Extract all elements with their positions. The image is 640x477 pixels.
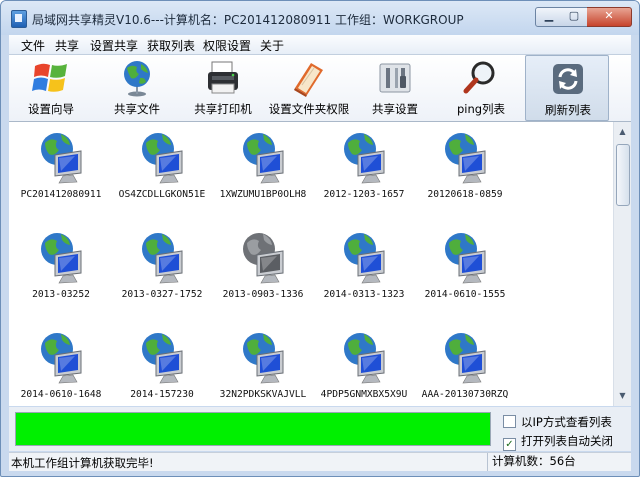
computer-item[interactable]: AAA-20130730RZQ <box>415 325 515 417</box>
progress-bar <box>15 412 491 446</box>
computer-item[interactable]: 1XWZUMU1BP0OLH8 <box>213 125 313 217</box>
computer-name: 4PDP5GNMXBX5X9U <box>320 389 408 400</box>
network-computer-icon <box>445 133 486 184</box>
maximize-button[interactable]: ▢ <box>561 7 588 27</box>
computer-name: OS4ZCDLLGKON51E <box>118 189 206 200</box>
computer-item[interactable]: 4PDP5GNMXBX5X9U <box>314 325 414 417</box>
toolbar-label: 刷新列表 <box>545 103 591 117</box>
network-computer-icon <box>142 133 183 184</box>
network-computer-icon <box>344 233 385 284</box>
network-computer-icon <box>445 333 486 384</box>
computer-name: 2014-0610-1648 <box>20 389 102 400</box>
folder-permissions-button[interactable]: 设置文件夹权限 <box>267 55 351 121</box>
app-icon <box>11 10 27 28</box>
menu-share[interactable]: 共享 <box>55 37 79 54</box>
toolbar-label: 共享打印机 <box>194 102 252 116</box>
computer-item[interactable]: PC201412080911 <box>11 125 111 217</box>
network-computer-icon <box>344 333 385 384</box>
computer-name: 2014-0610-1555 <box>424 289 506 300</box>
network-computer-icon <box>344 133 385 184</box>
computer-item[interactable]: OS4ZCDLLGKON51E <box>112 125 212 217</box>
computer-item[interactable]: 2014-0610-1555 <box>415 225 515 317</box>
window-title: 局域网共享精灵V10.6---计算机名：PC201412080911 工作组：W… <box>32 13 464 27</box>
folder-book-icon <box>294 63 323 97</box>
ip-view-option[interactable]: 以IP方式查看列表 <box>503 414 612 430</box>
computer-item[interactable]: 20120618-0859 <box>415 125 515 217</box>
scrollbar-thumb[interactable] <box>616 144 630 206</box>
globe-icon <box>124 61 150 97</box>
computer-name: PC201412080911 <box>20 189 102 200</box>
offline-computer-icon <box>243 233 284 284</box>
network-computer-icon <box>243 333 284 384</box>
toolbar: 设置向导 共享文件 共享打印机 设置文件夹权限 共享设置 ping列表 刷新列表 <box>9 55 631 122</box>
status-message: 本机工作组计算机获取完毕! <box>11 456 154 470</box>
network-computer-icon <box>41 333 82 384</box>
network-computer-icon <box>445 233 486 284</box>
tools-icon <box>379 63 411 93</box>
network-computer-icon <box>243 133 284 184</box>
close-button[interactable]: ✕ <box>587 7 632 27</box>
status-bar: 本机工作组计算机获取完毕! 计算机数：56台 <box>9 452 631 471</box>
computer-item[interactable]: 2013-0327-1752 <box>112 225 212 317</box>
computer-name: 2013-03252 <box>32 289 90 300</box>
setup-wizard-button[interactable]: 设置向导 <box>9 55 93 121</box>
computer-name: 1XWZUMU1BP0OLH8 <box>219 189 307 200</box>
vertical-scrollbar[interactable]: ▲ ▼ <box>613 122 631 406</box>
toolbar-label: ping列表 <box>456 102 506 116</box>
toolbar-label: 共享文件 <box>114 102 160 116</box>
menu-get-list[interactable]: 获取列表 <box>147 37 195 54</box>
share-files-button[interactable]: 共享文件 <box>95 55 179 121</box>
computer-name: 2014-0313-1323 <box>323 289 405 300</box>
network-computer-icon <box>142 333 183 384</box>
magnifier-icon <box>463 61 495 94</box>
title-bar[interactable]: 局域网共享精灵V10.6---计算机名：PC201412080911 工作组：W… <box>1 1 639 35</box>
bottom-panel: 以IP方式查看列表 ✓ 打开列表自动关闭 <box>9 407 631 451</box>
computer-name: 2013-0327-1752 <box>121 289 203 300</box>
toolbar-label: 共享设置 <box>372 102 418 116</box>
menu-about[interactable]: 关于 <box>260 37 284 54</box>
network-computer-icon <box>41 133 82 184</box>
computer-item[interactable]: 2013-0903-1336 <box>213 225 313 317</box>
network-computer-icon <box>41 233 82 284</box>
auto-close-checkbox[interactable]: ✓ <box>503 438 516 451</box>
toolbar-label: 设置文件夹权限 <box>268 102 350 116</box>
computer-item[interactable]: 2013-03252 <box>11 225 111 317</box>
computer-item[interactable]: 2014-0313-1323 <box>314 225 414 317</box>
computer-list[interactable]: PC201412080911 OS4ZCDLLGKON51E 1XWZUMU1BP0… <box>9 122 613 406</box>
computer-name: 2014-157230 <box>130 389 194 400</box>
refresh-list-button[interactable]: 刷新列表 <box>525 55 609 121</box>
computer-item[interactable]: 32N2PDKSKVAJVLL <box>213 325 313 417</box>
computer-name: 2013-0903-1336 <box>222 289 304 300</box>
ip-view-label: 以IP方式查看列表 <box>521 415 612 429</box>
menu-bar: 文件 共享 设置共享 获取列表 权限设置 关于 <box>9 35 631 55</box>
computer-name: 32N2PDKSKVAJVLL <box>219 389 307 400</box>
main-window: 局域网共享精灵V10.6---计算机名：PC201412080911 工作组：W… <box>0 0 640 477</box>
menu-set-share[interactable]: 设置共享 <box>90 37 138 54</box>
network-computer-icon <box>142 233 183 284</box>
computer-item[interactable]: 2014-157230 <box>112 325 212 417</box>
share-printer-button[interactable]: 共享打印机 <box>181 55 265 121</box>
menu-file[interactable]: 文件 <box>21 37 45 54</box>
windows-logo-icon <box>32 63 67 92</box>
computer-count: 计算机数：56台 <box>487 453 629 471</box>
printer-icon <box>208 61 238 94</box>
computer-item[interactable]: 2012-1203-1657 <box>314 125 414 217</box>
minimize-button[interactable]: ▁ <box>535 7 563 27</box>
ping-list-button[interactable]: ping列表 <box>439 55 523 121</box>
share-settings-button[interactable]: 共享设置 <box>353 55 437 121</box>
ip-view-checkbox[interactable] <box>503 415 516 428</box>
auto-close-label: 打开列表自动关闭 <box>521 434 613 448</box>
computer-name: 20120618-0859 <box>427 189 503 200</box>
scroll-down-arrow[interactable]: ▼ <box>615 388 630 404</box>
scroll-up-arrow[interactable]: ▲ <box>615 124 630 140</box>
refresh-icon <box>553 64 583 94</box>
toolbar-label: 设置向导 <box>28 102 74 116</box>
auto-close-option[interactable]: ✓ 打开列表自动关闭 <box>503 433 613 451</box>
computer-name: AAA-20130730RZQ <box>421 389 509 400</box>
computer-name: 2012-1203-1657 <box>323 189 405 200</box>
computer-item[interactable]: 2014-0610-1648 <box>11 325 111 417</box>
menu-permissions[interactable]: 权限设置 <box>203 37 251 54</box>
progress-fill <box>16 413 490 445</box>
